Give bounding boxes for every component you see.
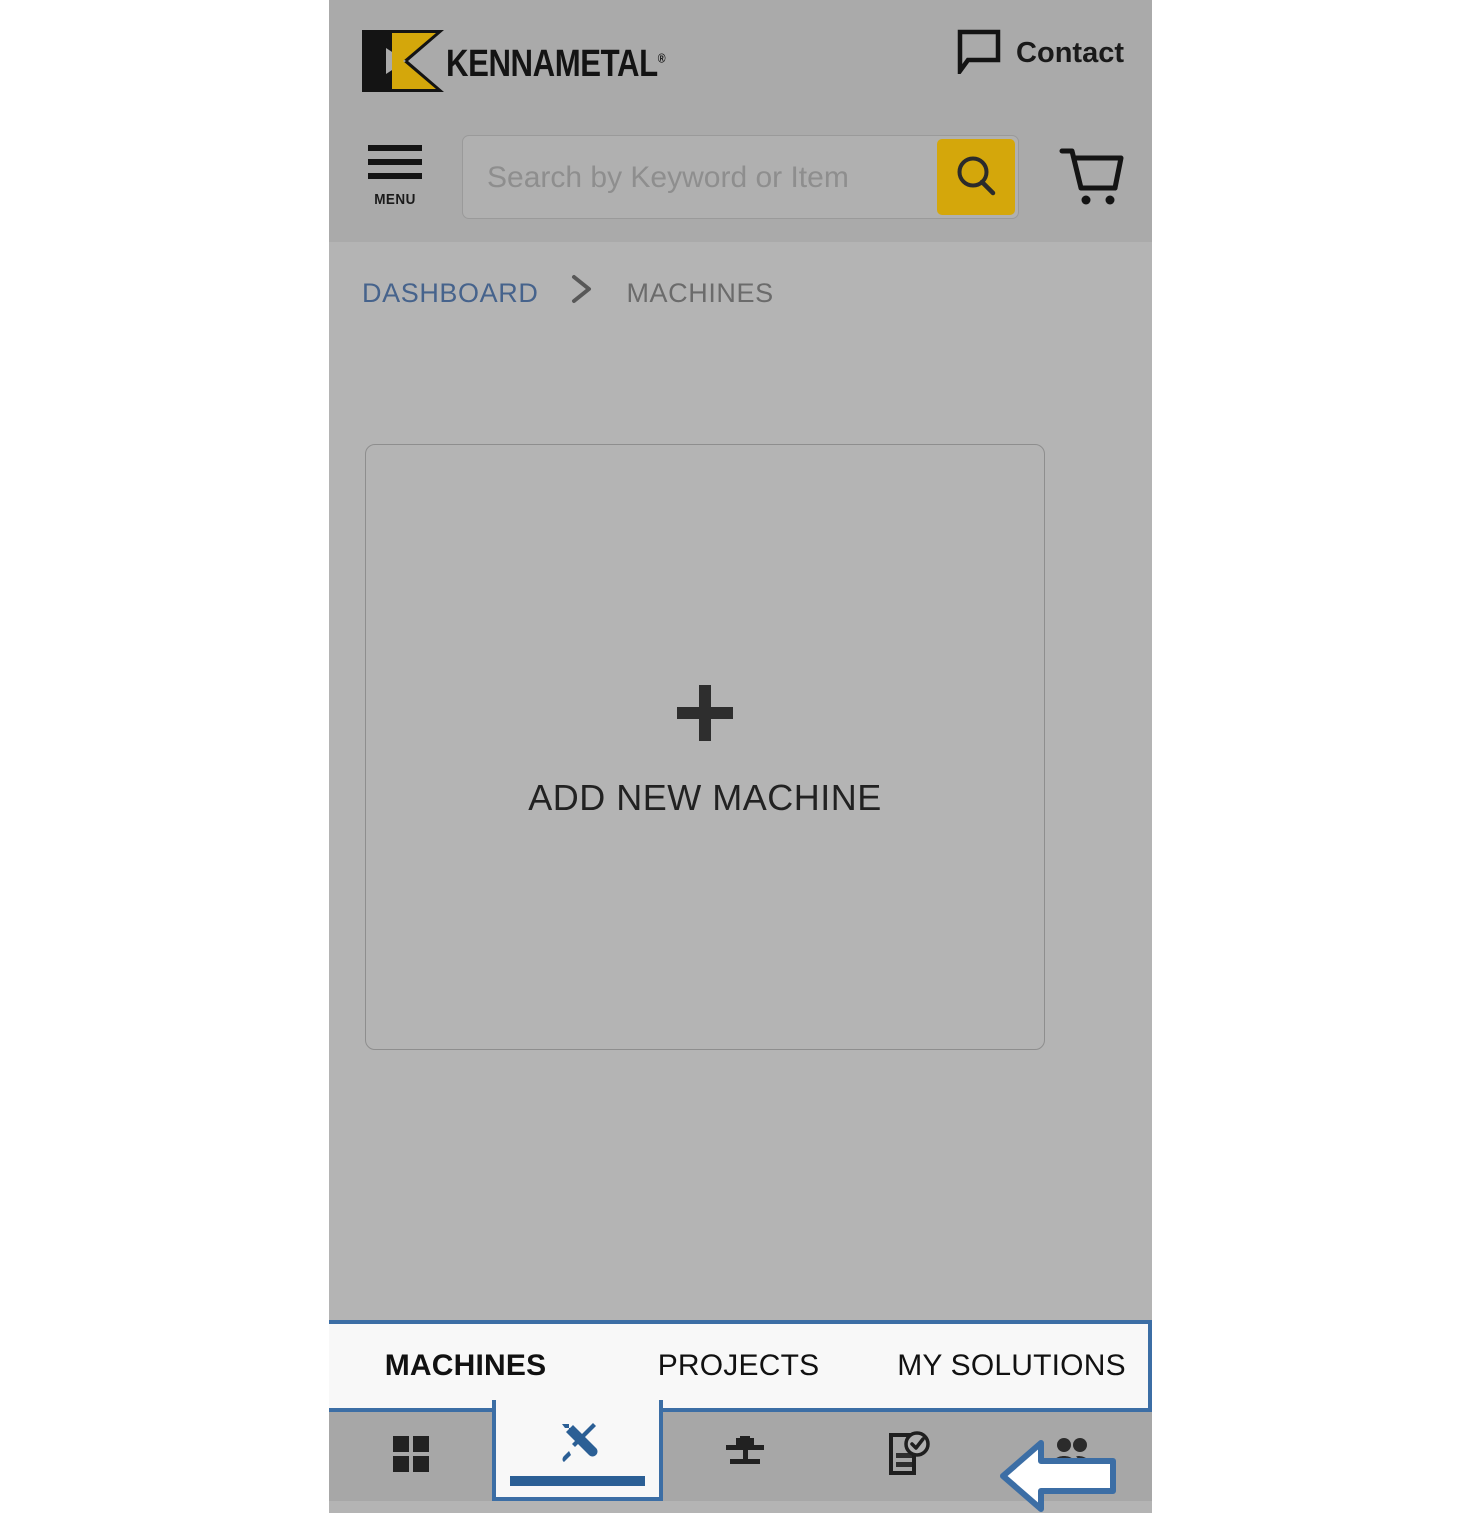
nav-item-dashboard[interactable] [329,1412,492,1501]
grid-dashboard-icon [391,1434,431,1479]
chevron-right-icon [568,272,596,314]
plus-icon [673,675,737,752]
clipboard-check-icon [886,1431,930,1482]
breadcrumb: DASHBOARD MACHINES [362,272,774,314]
section-tabbar: MACHINES PROJECTS MY SOLUTIONS [329,1320,1152,1412]
tab-machines[interactable]: MACHINES [329,1349,602,1383]
bottom-navigation [329,1400,1152,1501]
add-new-machine-label: ADD NEW MACHINE [528,777,882,819]
contact-button[interactable]: Contact [956,28,1124,79]
tools-wrench-screwdriver-icon [555,1418,601,1469]
kennametal-logo[interactable]: KENNAMETAL® [362,30,713,97]
people-group-icon [1047,1437,1095,1476]
phone-viewport: KENNAMETAL® Contact MENU Search by Keywo… [329,0,1152,1513]
hamburger-menu-icon [362,143,428,186]
speech-bubble-icon [956,28,1002,79]
shopping-cart-icon [1059,148,1125,211]
kennametal-k-logo-icon [362,30,444,97]
menu-label: MENU [374,191,416,208]
contact-label: Contact [1016,37,1124,69]
tab-projects[interactable]: PROJECTS [602,1349,875,1383]
magnifier-icon [953,153,999,202]
nav-item-projects[interactable] [663,1412,826,1501]
machine-lathe-icon [722,1436,768,1477]
cart-button[interactable] [1059,146,1125,211]
search-box [462,135,1019,220]
search-submit-button[interactable] [937,139,1015,215]
site-header: KENNAMETAL® Contact [329,0,1152,118]
kennametal-wordmark: KENNAMETAL® [446,42,666,85]
search-input[interactable] [485,136,919,220]
menu-button[interactable]: MENU [362,143,428,208]
add-new-machine-card[interactable]: ADD NEW MACHINE [365,444,1045,1050]
selected-tab-underline [510,1476,645,1486]
nav-item-solutions[interactable] [826,1412,989,1501]
breadcrumb-item-machines: MACHINES [626,277,774,308]
search-header: MENU [329,118,1152,242]
bottom-strip [329,1501,1152,1513]
breadcrumb-item-dashboard[interactable]: DASHBOARD [362,278,538,309]
trademark-symbol: ® [657,49,666,65]
nav-item-machines[interactable] [492,1400,663,1501]
tab-my-solutions[interactable]: MY SOLUTIONS [875,1349,1148,1383]
nav-item-team[interactable] [989,1412,1152,1501]
